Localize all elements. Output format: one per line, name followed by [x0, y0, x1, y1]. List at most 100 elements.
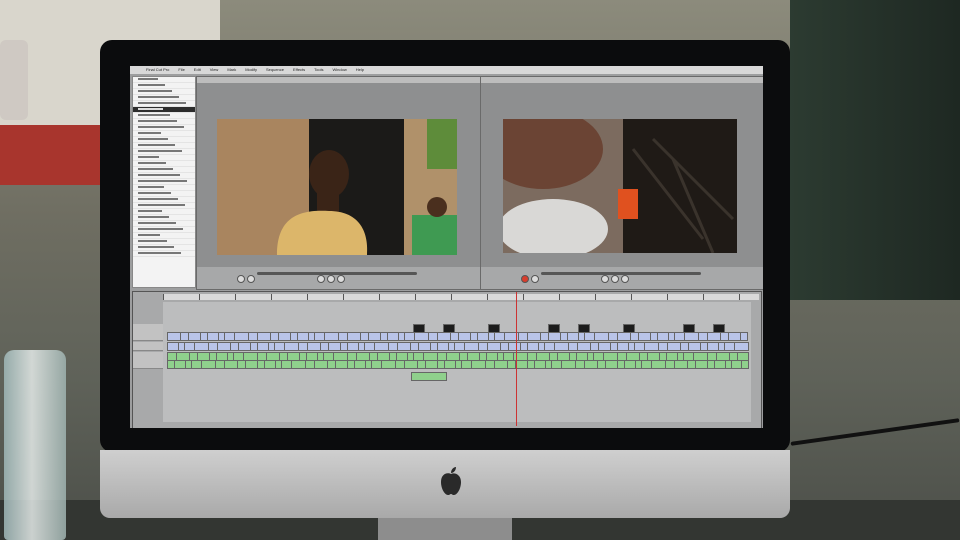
timeline-ruler[interactable]	[163, 294, 759, 300]
browser-row-label	[138, 84, 165, 87]
browser-row-label	[138, 198, 178, 201]
video-clip[interactable]	[374, 342, 389, 351]
cable	[790, 418, 960, 446]
video-clip[interactable]	[644, 342, 659, 351]
video-clip[interactable]	[257, 332, 271, 341]
canvas-video-image	[503, 119, 737, 253]
viewer-next-button[interactable]	[337, 275, 345, 283]
browser-row-label	[138, 96, 179, 99]
video-clip[interactable]	[740, 332, 748, 341]
canvas-prev-button[interactable]	[601, 275, 609, 283]
video-clip[interactable]	[414, 332, 429, 341]
video-clip[interactable]	[464, 342, 479, 351]
ruler-tick	[199, 294, 200, 300]
video-clip[interactable]	[347, 332, 361, 341]
video-clip[interactable]	[527, 332, 541, 341]
viewer-mark-in-button[interactable]	[237, 275, 245, 283]
track-header[interactable]	[133, 332, 163, 341]
viewer-transport-controls	[197, 267, 481, 289]
menu-item[interactable]: Sequence	[266, 67, 284, 72]
menu-item[interactable]: Final Cut Pro	[146, 67, 169, 72]
audio-clip[interactable]	[201, 360, 216, 369]
ruler-tick	[379, 294, 380, 300]
video-clip[interactable]	[397, 342, 411, 351]
ruler-tick	[739, 294, 740, 300]
video-clip[interactable]	[307, 342, 321, 351]
browser-row-label	[138, 228, 183, 231]
video-clip[interactable]	[667, 342, 681, 351]
apple-logo-icon	[441, 467, 461, 495]
audio-clip[interactable]	[674, 360, 688, 369]
canvas-next-button[interactable]	[621, 275, 629, 283]
browser-row-label	[138, 192, 171, 195]
timeline-playhead[interactable]	[515, 292, 517, 426]
audio-clip[interactable]	[404, 360, 418, 369]
video-clip[interactable]	[617, 332, 631, 341]
viewer-play-button[interactable]	[327, 275, 335, 283]
viewer-titlebar	[197, 77, 481, 83]
video-clip[interactable]	[684, 332, 699, 341]
canvas-record-button[interactable]	[521, 275, 529, 283]
menu-item[interactable]: Window	[333, 67, 347, 72]
video-clip[interactable]	[284, 342, 299, 351]
canvas-play-button[interactable]	[611, 275, 619, 283]
audio-clip[interactable]	[651, 360, 666, 369]
canvas-scrubber[interactable]	[541, 272, 701, 275]
track-header[interactable]	[133, 342, 163, 351]
video-clip[interactable]	[487, 342, 501, 351]
ruler-tick	[631, 294, 632, 300]
audio-clip[interactable]	[561, 360, 576, 369]
menu-bar: Final Cut Pro File Edit View Mark Modify Seque…	[130, 66, 763, 74]
video-clip[interactable]	[707, 332, 721, 341]
audio-clip[interactable]	[584, 360, 598, 369]
viewer-scrubber[interactable]	[257, 272, 417, 275]
video-clip[interactable]	[437, 332, 451, 341]
video-clip[interactable]	[324, 332, 339, 341]
browser-row-label	[138, 162, 166, 165]
audio-clip[interactable]	[494, 360, 508, 369]
menu-item[interactable]: Edit	[194, 67, 201, 72]
menu-item[interactable]: View	[210, 67, 219, 72]
viewer-window	[196, 76, 482, 290]
screen: Final Cut Pro File Edit View Mark Modify Seque…	[130, 66, 763, 428]
canvas-overwrite-button[interactable]	[531, 275, 539, 283]
menu-item[interactable]: Help	[356, 67, 364, 72]
video-clip[interactable]	[194, 342, 209, 351]
browser-row[interactable]	[133, 251, 195, 257]
browser-row-label	[138, 156, 159, 159]
browser-row-label	[138, 144, 175, 147]
ruler-tick	[271, 294, 272, 300]
menu-item[interactable]: Mark	[227, 67, 236, 72]
menu-item[interactable]: Modify	[245, 67, 257, 72]
menu-item[interactable]: Tools	[314, 67, 323, 72]
audio-clip[interactable]	[381, 360, 396, 369]
ruler-tick	[163, 294, 164, 300]
video-clip[interactable]	[554, 342, 569, 351]
video-clip[interactable]	[217, 342, 231, 351]
video-clip[interactable]	[234, 332, 249, 341]
track-header[interactable]	[133, 360, 163, 369]
audio-clip[interactable]	[224, 360, 238, 369]
viewer-prev-button[interactable]	[317, 275, 325, 283]
menu-item[interactable]: Effects	[293, 67, 305, 72]
audio-clip[interactable]	[314, 360, 328, 369]
viewer-video-frame	[217, 119, 457, 255]
timeline-window	[132, 291, 762, 428]
ruler-tick	[559, 294, 560, 300]
audio-clip[interactable]	[291, 360, 306, 369]
ruler-tick	[595, 294, 596, 300]
video-clip[interactable]	[734, 342, 749, 351]
video-clip[interactable]	[167, 332, 181, 341]
video-clip[interactable]	[594, 332, 609, 341]
browser-row-label	[138, 222, 176, 225]
browser-row-label	[138, 78, 158, 81]
viewer-mark-out-button[interactable]	[247, 275, 255, 283]
audio-clip[interactable]	[471, 360, 486, 369]
video-clip[interactable]	[577, 342, 591, 351]
browser-row-label	[138, 120, 177, 123]
browser-row-label	[138, 216, 169, 219]
audio-clip[interactable]	[741, 360, 749, 369]
menu-items: Final Cut Pro File Edit View Mark Modify Seque…	[146, 66, 373, 74]
menu-item[interactable]: File	[178, 67, 184, 72]
audio-clip[interactable]	[411, 372, 447, 381]
